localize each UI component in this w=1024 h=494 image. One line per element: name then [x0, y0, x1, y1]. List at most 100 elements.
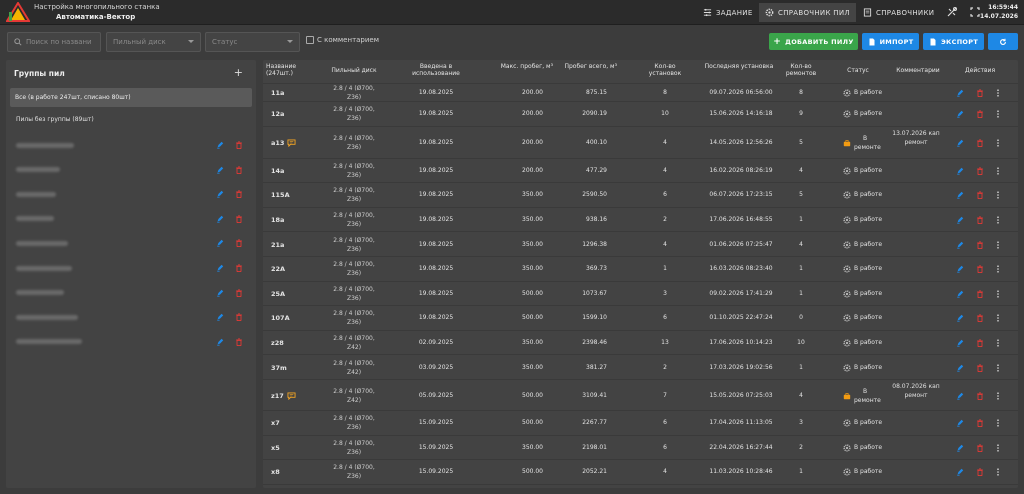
delete-icon[interactable]	[976, 339, 984, 348]
edit-icon[interactable]	[956, 468, 964, 477]
delete-icon[interactable]	[976, 241, 984, 249]
col-comments[interactable]: Комментарии	[891, 67, 945, 74]
more-vert-icon[interactable]	[994, 167, 1002, 175]
delete-icon[interactable]	[976, 167, 984, 175]
edit-icon[interactable]	[956, 392, 964, 400]
group-no-group[interactable]: Пилы без группы (89шт)	[16, 116, 94, 123]
edit-group-icon[interactable]	[216, 289, 224, 297]
table-row[interactable]: 18a 2.8 / 4 (Ø700, Z36) 19.08.2025 350.00 938…	[263, 208, 1018, 233]
tools-icon[interactable]	[946, 6, 958, 18]
table-row[interactable]: 107A 2.8 / 4 (Ø700, Z36) 19.08.2025 500.00 15…	[263, 306, 1018, 331]
edit-icon[interactable]	[956, 110, 964, 118]
delete-icon[interactable]	[235, 313, 243, 322]
edit-icon[interactable]	[956, 167, 964, 175]
comment-checkbox[interactable]	[306, 36, 314, 44]
more-vert-icon[interactable]	[994, 191, 1002, 200]
edit-group-icon[interactable]	[216, 313, 224, 321]
edit-icon[interactable]	[956, 241, 964, 249]
edit-group-icon[interactable]	[216, 215, 224, 223]
delete-icon[interactable]	[976, 216, 984, 225]
more-vert-icon[interactable]	[994, 468, 1002, 477]
delete-icon[interactable]	[235, 165, 243, 174]
more-vert-icon[interactable]	[994, 364, 1002, 372]
delete-icon[interactable]	[235, 288, 243, 297]
table-row[interactable]: 11a 2.8 / 4 (Ø700, Z36) 19.08.2025 200.00 875…	[263, 84, 1018, 102]
more-vert-icon[interactable]	[994, 89, 1002, 97]
more-vert-icon[interactable]	[994, 216, 1002, 224]
delete-icon[interactable]	[976, 138, 984, 147]
table-row[interactable]: 37m 2.8 / 4 (Ø700, Z42) 03.09.2025 350.00 381…	[263, 355, 1018, 380]
col-last-install[interactable]: Последняя установка	[703, 63, 775, 70]
edit-icon[interactable]	[956, 364, 964, 372]
refresh-button[interactable]	[988, 33, 1018, 50]
delete-icon[interactable]	[976, 110, 984, 119]
table-row[interactable]: 115A 2.8 / 4 (Ø700, Z36) 19.08.2025 350.00 25…	[263, 183, 1018, 208]
delete-icon[interactable]	[976, 290, 984, 298]
comment-icon[interactable]	[287, 391, 296, 400]
edit-icon[interactable]	[956, 216, 964, 224]
delete-icon[interactable]	[976, 314, 984, 323]
more-vert-icon[interactable]	[994, 290, 1002, 298]
group-item[interactable]	[16, 337, 82, 347]
delete-icon[interactable]	[235, 190, 243, 199]
more-vert-icon[interactable]	[994, 241, 1002, 249]
edit-group-icon[interactable]	[216, 338, 224, 346]
delete-icon[interactable]	[235, 239, 243, 248]
table-row[interactable]: x7 2.8 / 4 (Ø700, Z36) 15.09.2025 500.00 2267…	[263, 411, 1018, 436]
more-vert-icon[interactable]	[994, 314, 1002, 323]
edit-group-icon[interactable]	[216, 239, 224, 247]
table-row[interactable]: 21a 2.8 / 4 (Ø700, Z36) 19.08.2025 350.00 129…	[263, 232, 1018, 257]
edit-group-icon[interactable]	[216, 141, 224, 149]
delete-icon[interactable]	[976, 364, 984, 372]
col-max[interactable]: Макс. пробег, м³	[500, 63, 553, 70]
table-row[interactable]: 14a 2.8 / 4 (Ø700, Z36) 19.08.2025 200.00 477…	[263, 159, 1018, 184]
col-installs[interactable]: Кол-во установок	[643, 63, 687, 77]
more-vert-icon[interactable]	[994, 265, 1002, 273]
edit-icon[interactable]	[956, 314, 964, 323]
more-vert-icon[interactable]	[994, 444, 1002, 452]
edit-group-icon[interactable]	[216, 166, 224, 174]
col-disc[interactable]: Пильный диск	[319, 67, 389, 74]
edit-group-icon[interactable]	[216, 264, 224, 272]
group-item[interactable]	[16, 238, 68, 248]
col-status[interactable]: Статус	[839, 67, 877, 74]
nav-task[interactable]: ЗАДАНИЕ	[697, 3, 759, 22]
group-item[interactable]	[16, 263, 72, 273]
table-row[interactable]: z28 2.8 / 4 (Ø700, Z42) 02.09.2025 350.00 239…	[263, 331, 1018, 356]
add-group-icon[interactable]: +	[234, 66, 243, 79]
edit-icon[interactable]	[956, 265, 964, 273]
delete-icon[interactable]	[976, 468, 984, 477]
disc-select[interactable]: Пильный диск	[106, 32, 201, 52]
more-vert-icon[interactable]	[994, 138, 1002, 147]
col-date[interactable]: Введена в использование	[411, 63, 461, 77]
edit-icon[interactable]	[956, 139, 964, 147]
delete-icon[interactable]	[976, 265, 984, 274]
export-button[interactable]: ЭКСПОРТ	[923, 33, 984, 50]
table-row[interactable]: 22A 2.8 / 4 (Ø700, Z36) 19.08.2025 350.00 369…	[263, 257, 1018, 282]
table-row[interactable]: 25A 2.8 / 4 (Ø700, Z36) 19.08.2025 500.00 107…	[263, 282, 1018, 307]
edit-icon[interactable]	[956, 419, 964, 427]
group-item[interactable]	[16, 165, 60, 175]
edit-icon[interactable]	[956, 444, 964, 452]
edit-icon[interactable]	[956, 290, 964, 298]
group-item[interactable]	[16, 312, 78, 322]
more-vert-icon[interactable]	[994, 419, 1002, 427]
comment-icon[interactable]	[287, 139, 296, 147]
table-row[interactable]: x8 2.8 / 4 (Ø700, Z36) 15.09.2025 500.00 2052…	[263, 460, 1018, 485]
group-item[interactable]	[16, 140, 74, 150]
table-row[interactable]: a13 2.8 / 4 (Ø700, Z36) 19.08.2025 200.00 400…	[263, 127, 1018, 159]
more-vert-icon[interactable]	[994, 391, 1002, 400]
group-all[interactable]: Все (в работе 247шт, списано 80шт)	[10, 88, 252, 107]
table-row[interactable]: x5 2.8 / 4 (Ø700, Z36) 15.09.2025 350.00 2198…	[263, 436, 1018, 461]
edit-icon[interactable]	[956, 89, 964, 97]
delete-icon[interactable]	[976, 419, 984, 428]
nav-saw-directory[interactable]: СПРАВОЧНИК ПИЛ	[759, 3, 856, 22]
more-vert-icon[interactable]	[994, 339, 1002, 347]
group-item[interactable]	[16, 214, 54, 224]
nav-directories[interactable]: СПРАВОЧНИКИ	[857, 3, 940, 22]
delete-icon[interactable]	[235, 215, 243, 223]
delete-icon[interactable]	[976, 191, 984, 200]
add-saw-button[interactable]: + ДОБАВИТЬ ПИЛУ	[769, 33, 858, 50]
delete-icon[interactable]	[976, 391, 984, 400]
delete-icon[interactable]	[976, 89, 984, 97]
